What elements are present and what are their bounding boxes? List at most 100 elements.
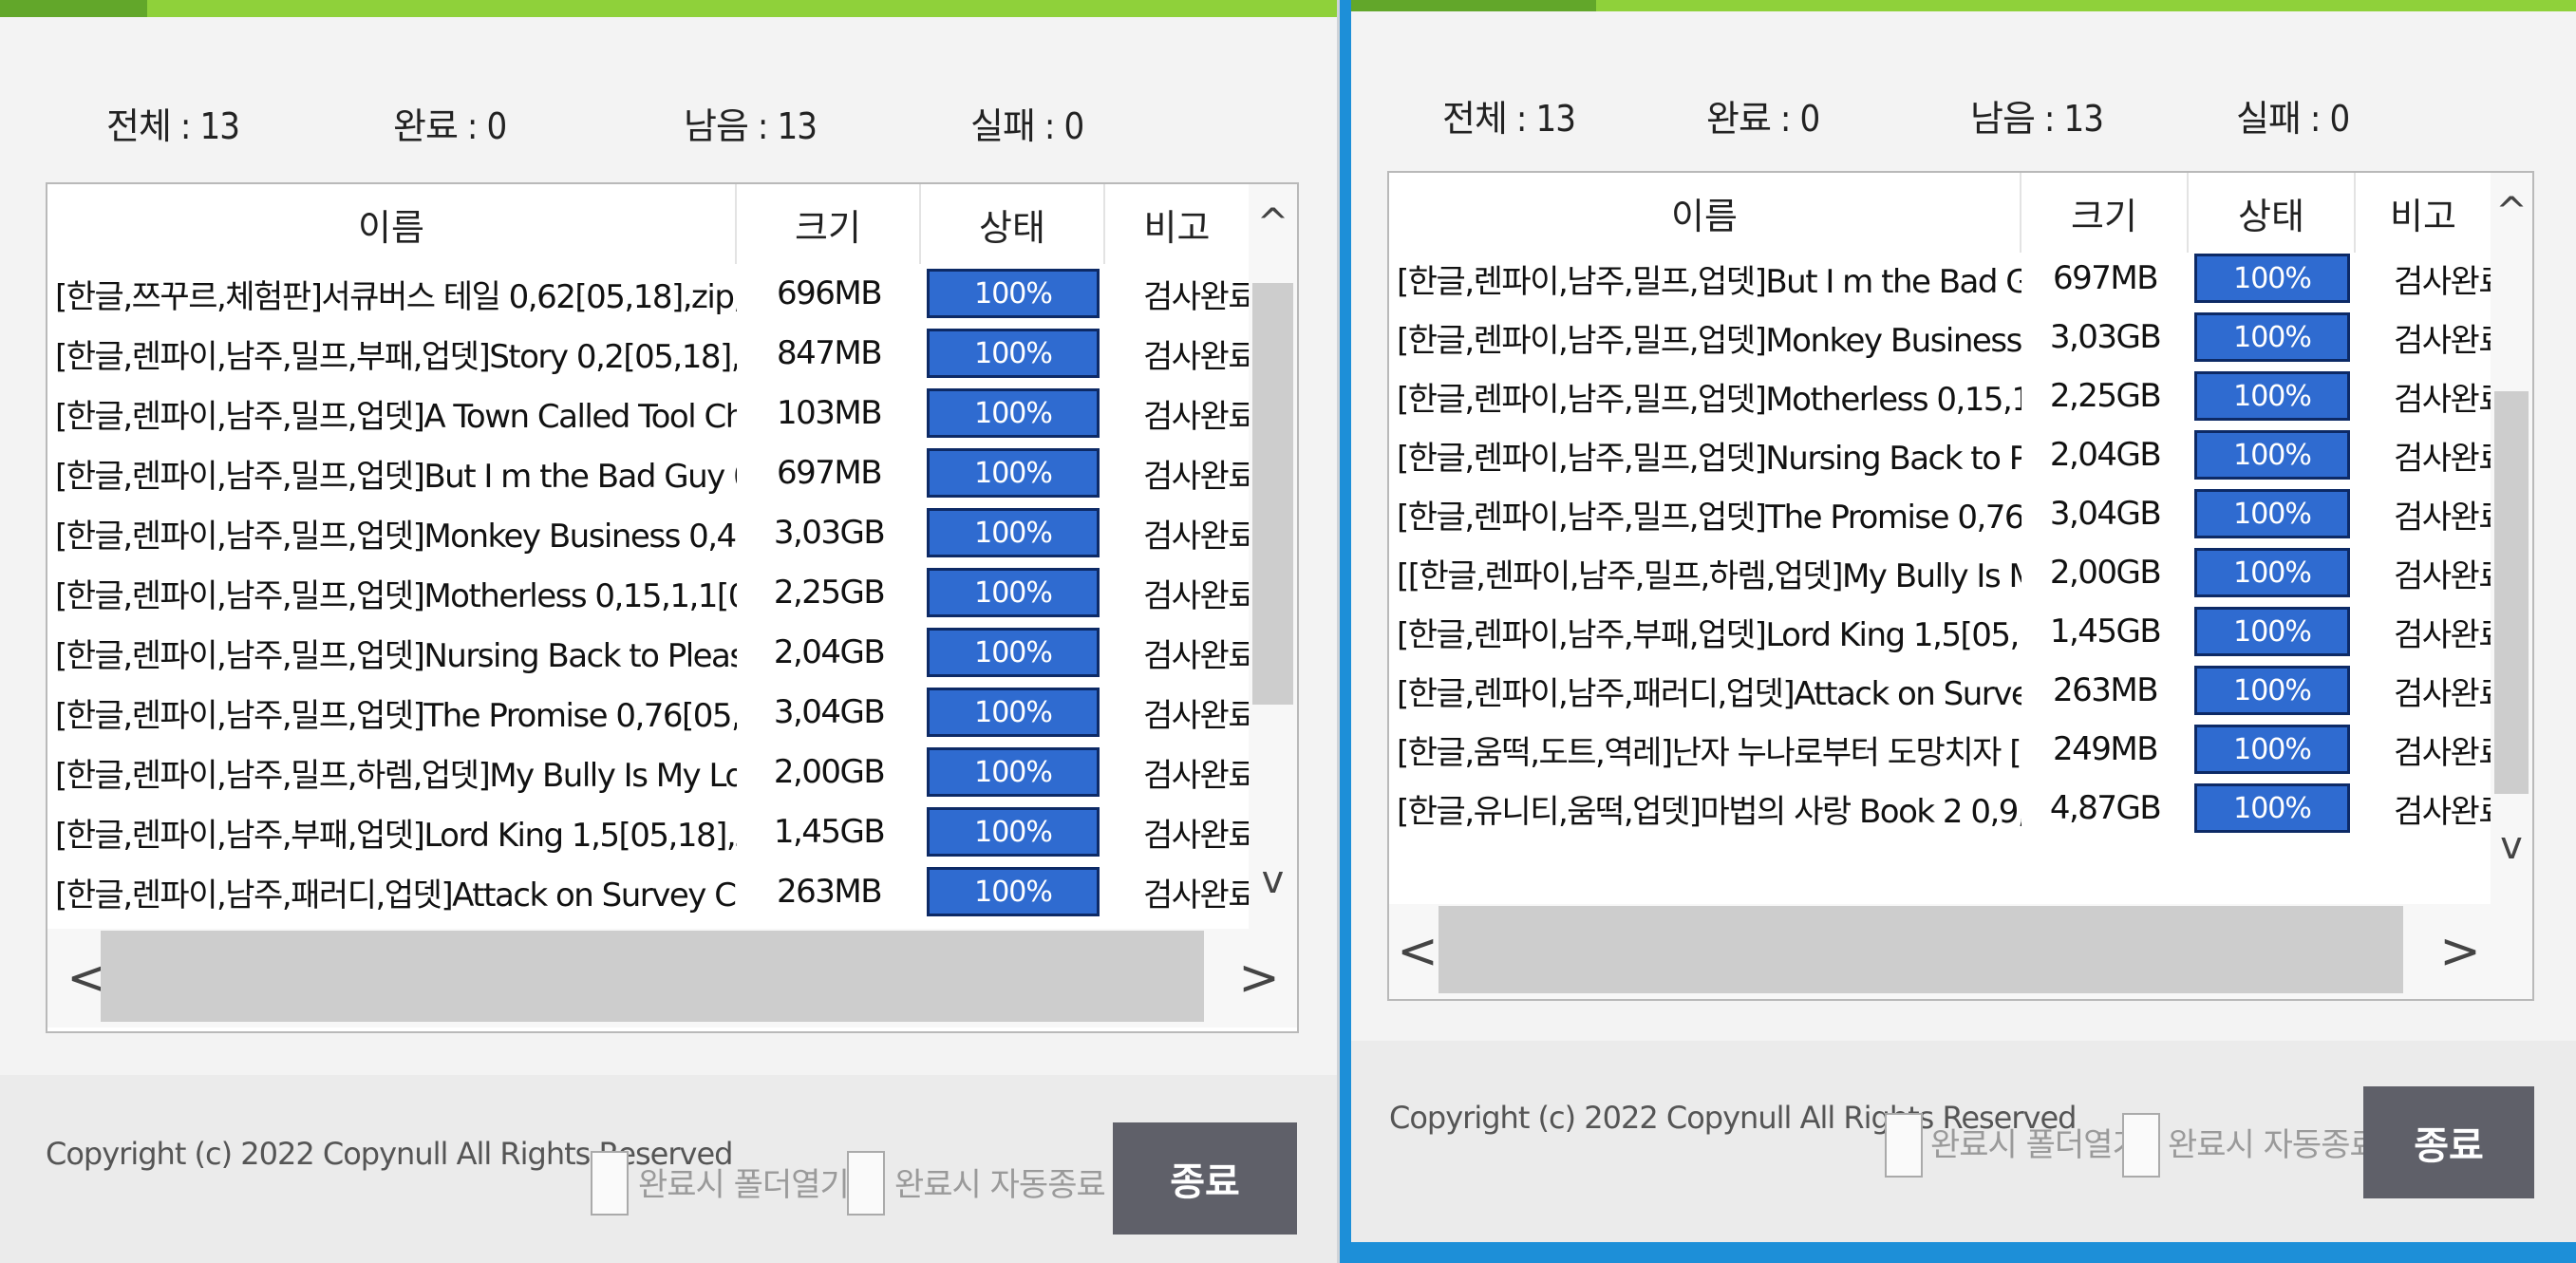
file-name-cell: [한글,렌파이,남주,밀프,하렘,업뎃]My Bully Is My Lover… xyxy=(55,756,737,795)
file-name-cell: [[한글,렌파이,남주,밀프,하렘,업뎃]My Bully Is My Love… xyxy=(1397,556,2021,595)
table-row[interactable]: [한글,렌파이,남주,밀프,업뎃]A Town Called Tool Ch,6… xyxy=(47,384,1249,443)
table-row[interactable]: [한글,렌파이,남주,밀프,업뎃]The Promise 0,76[05,18]… xyxy=(1389,484,2491,543)
open-folder-checkbox[interactable] xyxy=(591,1151,629,1216)
stat-total: 전체:13 xyxy=(1442,98,1576,140)
table-row[interactable]: [한글,렌파이,남주,밀프,업뎃]But I m the Bad Guy 0,0… xyxy=(1389,249,2491,308)
file-size-cell: 847MB xyxy=(776,334,883,372)
scroll-up-icon[interactable]: ^ xyxy=(1249,201,1297,245)
table-row[interactable]: [[한글,렌파이,남주,밀프,하렘,업뎃]My Bully Is My Love… xyxy=(1389,543,2491,602)
column-header-size[interactable]: 크기 xyxy=(737,184,921,264)
table-row[interactable]: [한글,렌파이,남주,밀프,업뎃]Nursing Back to Pleasur… xyxy=(1389,425,2491,484)
file-name-cell: [한글,렌파이,남주,밀프,업뎃]Nursing Back to Pleasur… xyxy=(55,636,737,675)
column-header-note[interactable]: 비고 xyxy=(1105,184,1249,264)
right-window: 전체:13 완료:0 남음:13 실패:0 이름 크기 상태 비고 [한글,렌파… xyxy=(1351,0,2576,1242)
file-list[interactable]: 이름 크기 상태 비고 [한글,렌파이,남주,밀프,업뎃]But I m the… xyxy=(1387,171,2534,1001)
column-header-note[interactable]: 비고 xyxy=(2356,173,2491,253)
file-name-cell: [한글,렌파이,남주,밀프,업뎃]But I m the Bad Guy 0,0… xyxy=(1397,262,2021,301)
status-progress-bar: 100% xyxy=(2194,430,2350,480)
file-size-cell: 1,45GB xyxy=(2049,613,2162,650)
file-list-body: 이름 크기 상태 비고 [한글,렌파이,남주,밀프,업뎃]But I m the… xyxy=(1389,173,2491,904)
file-size-cell: 103MB xyxy=(776,394,883,432)
auto-exit-checkbox[interactable] xyxy=(847,1151,885,1216)
overall-progress-bar xyxy=(1351,0,2576,11)
status-progress-bar: 100% xyxy=(2194,783,2350,833)
file-name-cell: [한글,렌파이,남주,밀프,업뎃]Monkey Business 0,4,2[0… xyxy=(55,517,737,556)
note-cell: 검사완료 xyxy=(2394,321,2491,360)
file-size-cell: 2,25GB xyxy=(773,574,886,612)
status-progress-bar: 100% xyxy=(927,747,1100,797)
table-row[interactable]: [한글,렌파이,남주,부패,업뎃]Lord King 1,5[05,18],zi… xyxy=(47,802,1249,861)
table-row[interactable]: [한글,렌파이,남주,부패,업뎃]Lord King 1,5[05,18],zi… xyxy=(1389,602,2491,661)
table-row[interactable]: [한글,렌파이,남주,밀프,업뎃]Nursing Back to Pleasur… xyxy=(47,623,1249,682)
column-header-name[interactable]: 이름 xyxy=(1389,173,2021,253)
note-cell: 검사완료 xyxy=(1143,576,1249,615)
file-name-cell: [한글,쯔꾸르,체험판]서큐버스 테일 0,62[05,18],zip,ezc xyxy=(55,277,737,316)
table-row[interactable]: [한글,유니티,움떡,업뎃]마법의 사랑 Book 2 0,9,3[05,18]… xyxy=(1389,779,2491,838)
close-button[interactable]: 종료 xyxy=(2363,1086,2534,1198)
column-header-name[interactable]: 이름 xyxy=(47,184,737,264)
scroll-down-icon[interactable]: v xyxy=(1249,858,1297,902)
table-row[interactable]: [한글,렌파이,남주,밀프,업뎃]Motherless 0,15,1,1[05,… xyxy=(1389,367,2491,425)
horizontal-scrollbar[interactable]: < > xyxy=(1389,904,2532,999)
vertical-scroll-thumb[interactable] xyxy=(1252,283,1293,705)
stat-done: 완료:0 xyxy=(393,105,507,147)
table-row[interactable]: [한글,렌파이,남주,밀프,업뎃]Monkey Business 0,4,2[0… xyxy=(1389,308,2491,367)
file-size-cell: 697MB xyxy=(2052,259,2159,297)
note-cell: 검사완료 xyxy=(1143,696,1249,735)
scroll-left-icon[interactable]: < xyxy=(1391,904,1444,999)
open-folder-label: 완료시 폴더열기 xyxy=(1930,1126,2142,1164)
table-row[interactable]: [한글,움떡,도트,역레]난자 누나로부터 도망치자 [05,18],zip,e… xyxy=(1389,720,2491,779)
table-row[interactable]: [한글,렌파이,남주,밀프,업뎃]Motherless 0,15,1,1[05,… xyxy=(47,563,1249,622)
note-cell: 검사완료 xyxy=(2394,556,2491,595)
note-cell: 검사완료 xyxy=(1143,636,1249,675)
table-row[interactable]: [한글,렌파이,남주,패러디,업뎃]Attack on Survey Corps… xyxy=(47,862,1249,921)
file-list[interactable]: 이름 크기 상태 비고 [한글,쯔꾸르,체험판]서큐버스 테일 0,62[05,… xyxy=(46,182,1299,1033)
stat-remain: 남음:13 xyxy=(684,105,818,147)
file-size-cell: 4,87GB xyxy=(2049,789,2162,827)
horizontal-scrollbar[interactable]: < > xyxy=(47,929,1297,1027)
note-cell: 검사완료 xyxy=(2394,733,2491,772)
table-row[interactable]: [한글,렌파이,남주,패러디,업뎃]Attack on Survey Corps… xyxy=(1389,661,2491,720)
vertical-scrollbar[interactable]: ^ v xyxy=(2491,173,2532,904)
horizontal-scroll-thumb[interactable] xyxy=(1438,906,2403,993)
overall-progress-fill xyxy=(1351,0,1596,11)
column-header-status[interactable]: 상태 xyxy=(921,184,1105,264)
table-row[interactable]: [한글,렌파이,남주,밀프,업뎃]Monkey Business 0,4,2[0… xyxy=(47,503,1249,562)
note-cell: 검사완료 xyxy=(1143,816,1249,855)
scroll-down-icon[interactable]: v xyxy=(2491,824,2532,868)
status-progress-bar: 100% xyxy=(927,508,1100,557)
column-header-size[interactable]: 크기 xyxy=(2021,173,2189,253)
scroll-up-icon[interactable]: ^ xyxy=(2491,190,2532,234)
table-row[interactable]: [한글,렌파이,남주,밀프,업뎃]But I m the Bad Guy 0,0… xyxy=(47,443,1249,502)
status-progress-bar: 100% xyxy=(927,568,1100,617)
table-row[interactable]: [한글,렌파이,남주,밀프,업뎃]The Promise 0,76[05,18]… xyxy=(47,683,1249,742)
file-size-cell: 2,25GB xyxy=(2049,377,2162,415)
status-progress-bar: 100% xyxy=(2194,312,2350,362)
scroll-right-icon[interactable]: > xyxy=(2434,904,2487,999)
file-name-cell: [한글,움떡,도트,역레]난자 누나로부터 도망치자 [05,18],zip,e xyxy=(1397,733,2021,772)
file-size-cell: 3,04GB xyxy=(2049,495,2162,533)
note-cell: 검사완료 xyxy=(1143,517,1249,556)
table-row[interactable]: [한글,쯔꾸르,체험판]서큐버스 테일 0,62[05,18],zip,ezc 6… xyxy=(47,264,1249,323)
file-name-cell: [한글,렌파이,남주,패러디,업뎃]Attack on Survey Corps… xyxy=(1397,674,2021,713)
table-row[interactable]: [한글,렌파이,남주,밀프,부패,업뎃]Story 0,2[05,18],zip… xyxy=(47,324,1249,383)
auto-exit-checkbox[interactable] xyxy=(2122,1113,2160,1178)
copyright-text: Copyright (c) 2022 Copynull All Rights R… xyxy=(46,1136,733,1172)
stat-remain: 남음:13 xyxy=(1970,98,2104,140)
horizontal-scroll-thumb[interactable] xyxy=(101,931,1204,1022)
open-folder-checkbox[interactable] xyxy=(1885,1113,1923,1178)
column-header-status[interactable]: 상태 xyxy=(2189,173,2356,253)
file-size-cell: 2,04GB xyxy=(2049,436,2162,474)
file-name-cell: [한글,렌파이,남주,밀프,업뎃]The Promise 0,76[05,18]… xyxy=(1397,498,2021,537)
status-progress-bar: 100% xyxy=(2194,489,2350,538)
scroll-right-icon[interactable]: > xyxy=(1232,929,1286,1027)
vertical-scrollbar[interactable]: ^ v xyxy=(1249,184,1297,929)
close-button[interactable]: 종료 xyxy=(1113,1122,1297,1235)
table-row[interactable]: [한글,렌파이,남주,밀프,하렘,업뎃]My Bully Is My Lover… xyxy=(47,743,1249,801)
stat-fail: 실패:0 xyxy=(2236,98,2350,140)
file-size-cell: 1,45GB xyxy=(773,813,886,851)
file-name-cell: [한글,렌파이,남주,부패,업뎃]Lord King 1,5[05,18],zi… xyxy=(1397,615,2021,654)
file-name-cell: [한글,렌파이,남주,밀프,업뎃]Motherless 0,15,1,1[05,… xyxy=(55,576,737,615)
status-progress-bar: 100% xyxy=(927,807,1100,857)
vertical-scroll-thumb[interactable] xyxy=(2494,391,2529,794)
